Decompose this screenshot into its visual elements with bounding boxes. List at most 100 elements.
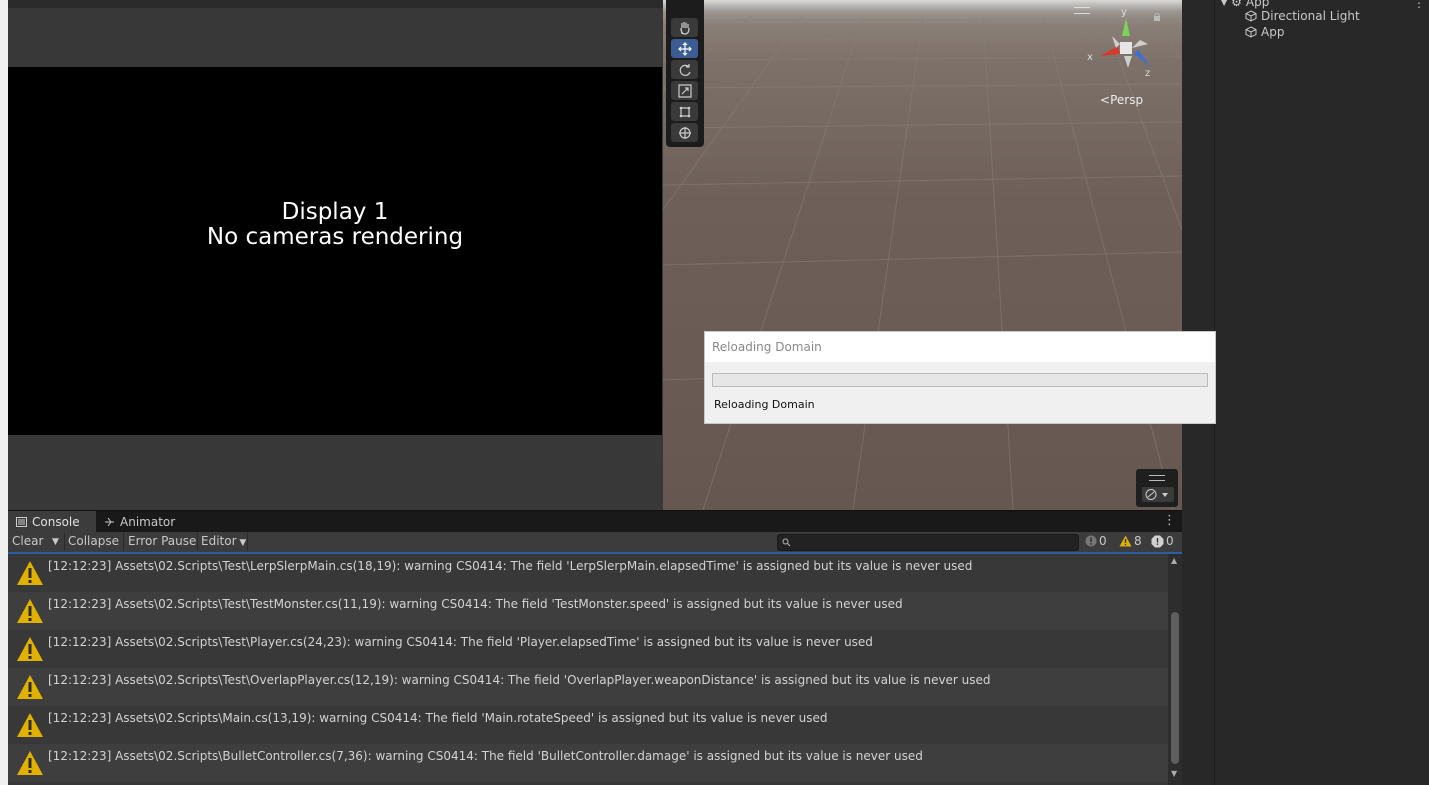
hierarchy-item[interactable]: App [1245,25,1284,39]
overlay-handle-icon [1149,475,1165,481]
separator [64,533,65,551]
log-entry[interactable]: [12:12:23] Assets\02.Scripts\Test\LerpSl… [8,554,1168,592]
tab-console-label: Console [32,515,80,529]
info-count-toggle[interactable]: 0 [1085,534,1107,548]
scale-icon [677,83,692,98]
lock-icon[interactable] [1153,13,1161,21]
console-more-icon[interactable]: ⋮ [1163,513,1176,528]
scene-menu-handle-icon[interactable] [1074,7,1090,14]
log-entry[interactable]: [12:12:23] Assets\02.Scripts\Test\TestMo… [8,592,1168,630]
move-tool-button[interactable] [671,39,698,58]
display-label: Display 1 [281,199,389,225]
error-count: 0 [1166,534,1174,548]
hierarchy-item-label: Directional Light [1261,9,1360,23]
info-count: 0 [1099,534,1107,548]
projection-toggle[interactable]: <Persp [1100,93,1143,107]
hierarchy-panel: ▼ ⚙ App ⋮ Directional Light App [1214,0,1429,785]
editor-dropdown[interactable]: Editor ▼ [201,534,246,548]
log-message: [12:12:23] Assets\02.Scripts\Test\Player… [48,635,873,649]
clear-options-dropdown-icon[interactable]: ▼ [48,533,63,551]
info-icon [1085,535,1097,547]
console-search-input[interactable] [777,534,1079,551]
scene-view[interactable] [663,0,1182,510]
separator [123,533,124,551]
no-camera-message: No cameras rendering [206,224,464,250]
search-icon [782,538,791,547]
tab-animator[interactable]: Animator [104,511,175,533]
scroll-thumb[interactable] [1171,612,1179,764]
chevron-down-icon: ▼ [236,538,247,548]
gizmo-y-label: y [1121,7,1127,18]
transform-icon [678,126,691,139]
log-message: [12:12:23] Assets\02.Scripts\BulletContr… [48,749,923,763]
game-view-toolbar [8,0,663,8]
move-icon [677,41,692,56]
dialog-status: Reloading Domain [714,398,815,411]
compass-icon[interactable] [1142,487,1174,502]
separator [247,533,248,551]
scroll-down-icon[interactable]: ▼ [1171,769,1177,778]
orientation-gizmo-icon[interactable] [1098,16,1154,76]
log-entry[interactable]: [12:12:23] Assets\02.Scripts\Main.cs(13,… [8,706,1168,744]
gameobject-cube-icon [1245,10,1257,22]
warning-icon [1119,535,1132,547]
error-icon [1151,535,1164,547]
warning-count: 8 [1134,534,1142,548]
hand-tool-button[interactable] [671,18,698,37]
log-entry[interactable]: [12:12:23] Assets\02.Scripts\Test\Overla… [8,668,1168,706]
hand-icon [679,21,690,35]
error-count-toggle[interactable]: 0 [1151,534,1174,548]
dialog-title: Reloading Domain [712,340,822,354]
gameobject-cube-icon [1245,26,1257,38]
game-screen [8,67,662,435]
hierarchy-item[interactable]: Directional Light [1245,9,1360,23]
window-edge [0,0,8,785]
warning-icon [17,675,43,699]
chevron-left-icon: < [1100,93,1111,107]
gizmo-x-label: x [1087,52,1093,63]
warning-icon [17,599,43,623]
warning-icon [17,561,43,585]
unity-scene-icon: ⚙ [1231,0,1242,9]
warning-icon [17,751,43,775]
log-message: [12:12:23] Assets\02.Scripts\Test\TestMo… [48,597,903,611]
editor-dropdown-label: Editor [201,534,237,548]
game-view-message: Display 1 No cameras rendering [8,200,662,250]
scroll-up-icon[interactable]: ▲ [1171,556,1177,565]
log-entry[interactable]: [12:12:23] Assets\02.Scripts\Test\Player… [8,630,1168,668]
log-message: [12:12:23] Assets\02.Scripts\Main.cs(13,… [48,711,828,725]
tab-console[interactable]: Console [8,511,96,533]
gizmo-z-label: z [1145,68,1151,79]
log-message: [12:12:23] Assets\02.Scripts\Test\LerpSl… [48,559,973,573]
rect-transform-icon [679,106,690,117]
clear-button[interactable]: Clear [12,534,43,548]
progress-dialog: Reloading Domain Reloading Domain [704,331,1216,424]
warning-icon [17,713,43,737]
warning-count-toggle[interactable]: 8 [1119,534,1142,548]
scale-tool-button[interactable] [671,81,698,100]
progress-bar [712,373,1208,387]
scene-grid [663,14,1182,510]
overlay-menu[interactable] [1136,469,1178,507]
projection-label: Persp [1110,93,1144,107]
rotate-icon [679,63,691,76]
warning-icon [17,637,43,661]
console-log-list: [12:12:23] Assets\02.Scripts\Test\LerpSl… [8,554,1168,785]
hierarchy-root[interactable]: ▼ ⚙ App [1221,0,1269,9]
rect-tool-button[interactable] [671,102,698,121]
expand-arrow-icon: ▼ [1221,0,1228,7]
rotate-tool-button[interactable] [671,60,698,79]
error-pause-button[interactable]: Error Pause [128,534,196,548]
tab-animator-label: Animator [120,515,176,529]
animator-icon [105,517,114,527]
transform-tool-button[interactable] [671,123,698,142]
console-scrollbar[interactable]: ▲ ▼ [1168,554,1182,785]
console-icon [16,517,27,527]
more-options-icon[interactable]: ⋮ [1413,0,1425,10]
log-entry[interactable]: [12:12:23] Assets\02.Scripts\BulletContr… [8,744,1168,782]
console-tab-bar: Console Animator ⋮ [8,510,1182,533]
log-message: [12:12:23] Assets\02.Scripts\Test\Overla… [48,673,991,687]
tool-palette [666,0,704,147]
collapse-button[interactable]: Collapse [68,534,119,548]
hierarchy-item-label: App [1261,25,1285,39]
